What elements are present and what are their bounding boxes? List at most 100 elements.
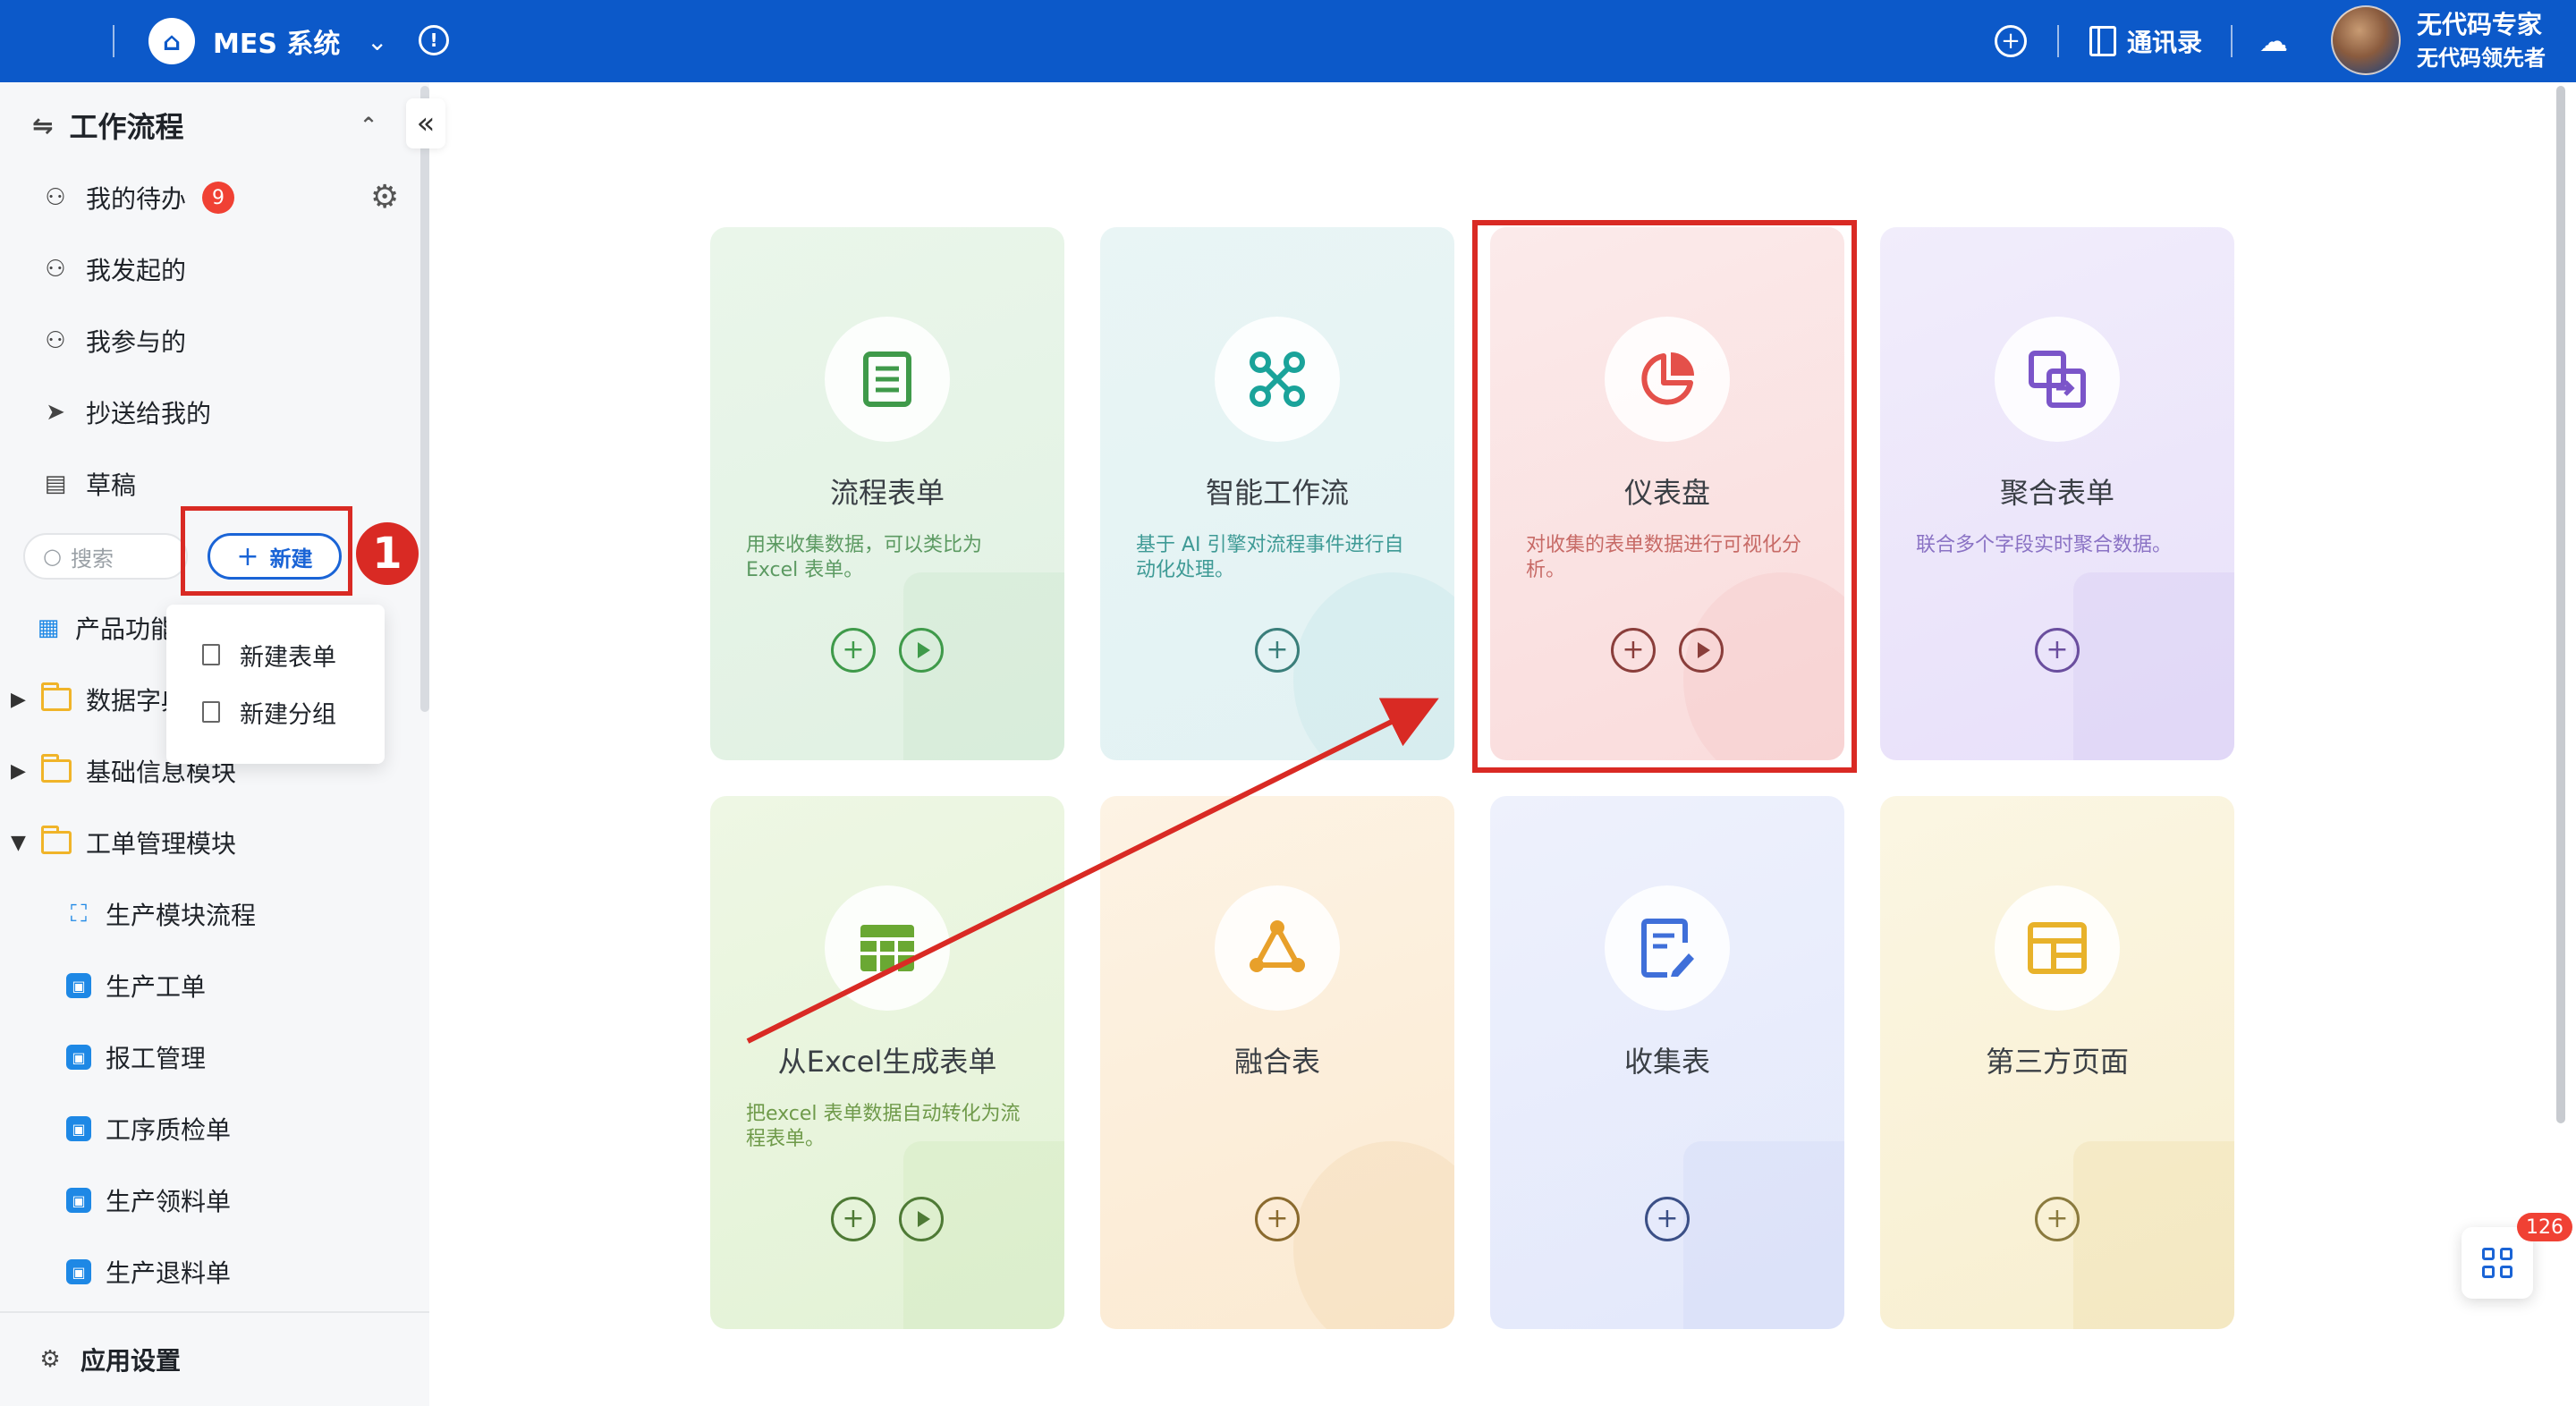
tree-item-label: 生产领料单 xyxy=(106,1187,232,1216)
search-icon: ○ xyxy=(43,544,62,569)
contacts-icon xyxy=(2089,26,2116,56)
chevron-up-icon[interactable]: ⌃ xyxy=(360,113,377,138)
card-smart-workflow[interactable]: 智能工作流 基于 AI 引擎对流程事件进行自动化处理。 + xyxy=(1100,227,1454,760)
plus-icon[interactable]: + xyxy=(1995,25,2027,57)
add-button[interactable]: + xyxy=(1645,1197,1690,1241)
add-button[interactable]: + xyxy=(2035,1197,2080,1241)
tree-item-dictionary[interactable]: ▶ 数据字典 xyxy=(11,674,186,724)
card-description: 基于 AI 引擎对流程事件进行自动化处理。 xyxy=(1136,534,1404,581)
card-third-party-page[interactable]: 第三方页面 + xyxy=(1880,796,2234,1329)
sidebar-scrollbar[interactable] xyxy=(420,86,429,712)
tree-item-label: 产品功能 xyxy=(75,614,176,644)
new-dropdown-menu: 新建表单 新建分组 xyxy=(166,605,385,764)
org-chart-icon: ⛶ xyxy=(70,900,88,927)
card-title: 聚合表单 xyxy=(1999,476,2114,510)
menu-item-label: 新建分组 xyxy=(240,700,336,729)
chevron-down-icon[interactable]: ⌄ xyxy=(367,20,387,63)
sidebar-item-drafts[interactable]: ▤ 草稿 xyxy=(41,459,136,509)
card-collect-table[interactable]: 收集表 + xyxy=(1490,796,1844,1329)
module-icon: ▣ xyxy=(66,1116,91,1141)
menu-item-new-group[interactable]: 新建分组 xyxy=(202,689,336,735)
cloud-icon[interactable]: ☁ xyxy=(2259,24,2288,58)
search-input[interactable]: ○ 搜索 xyxy=(23,533,188,580)
notification-badge: 126 xyxy=(2517,1213,2572,1241)
tree-item-material-issue[interactable]: ▣ 生产领料单 xyxy=(66,1175,231,1225)
workflow-icon xyxy=(1215,317,1340,442)
tree-item-production-order[interactable]: ▣ 生产工单 xyxy=(66,961,206,1011)
card-title: 从Excel生成表单 xyxy=(777,1045,997,1079)
gear-icon: ⚙ xyxy=(39,1346,61,1373)
gear-icon[interactable]: ⚙ xyxy=(370,179,399,216)
play-button[interactable] xyxy=(899,1197,944,1241)
sidebar-item-label: 我参与的 xyxy=(86,327,187,357)
sidebar-item-initiated[interactable]: ⚇ 我发起的 xyxy=(41,244,186,294)
card-title: 融合表 xyxy=(1233,1045,1320,1079)
sidebar-item-todo[interactable]: ⚇ 我的待办 9 xyxy=(41,173,235,223)
menu-item-new-form[interactable]: 新建表单 xyxy=(202,631,336,678)
tree-item-product[interactable]: ▦ 产品功能 xyxy=(36,603,175,653)
add-button[interactable]: + xyxy=(831,628,876,673)
sidebar-item-label: 草稿 xyxy=(86,470,137,500)
home-icon[interactable]: ⌂ xyxy=(148,18,195,64)
add-button[interactable]: + xyxy=(2035,628,2080,673)
sidebar-item-cc[interactable]: ➤ 抄送给我的 xyxy=(41,387,211,437)
user-plus-icon: ⚇ xyxy=(45,327,66,354)
page-scrollbar[interactable] xyxy=(2556,86,2565,1123)
card-title: 智能工作流 xyxy=(1205,476,1349,510)
card-aggregate-form[interactable]: 聚合表单 联合多个字段实时聚合数据。 + xyxy=(1880,227,2234,760)
collapse-sidebar-icon[interactable]: « xyxy=(406,98,445,148)
caret-right-icon[interactable]: ▶ xyxy=(11,760,27,783)
tree-item-label: 报工管理 xyxy=(106,1044,207,1073)
apps-icon: ▦ xyxy=(37,614,60,641)
section-header-workflow[interactable]: ⇋ 工作流程 ⌃ xyxy=(32,104,377,147)
card-title: 收集表 xyxy=(1623,1045,1710,1079)
tree-item-quality-check[interactable]: ▣ 工序质检单 xyxy=(66,1104,231,1154)
app-settings-button[interactable]: ⚙ 应用设置 xyxy=(36,1334,181,1385)
todo-icon: ⚇ xyxy=(45,184,66,211)
caret-down-icon[interactable]: ▼ xyxy=(11,832,27,854)
add-button[interactable]: + xyxy=(1255,1197,1300,1241)
avatar[interactable] xyxy=(2331,5,2401,75)
tree-item-production-flow[interactable]: ⛶ 生产模块流程 xyxy=(66,889,256,939)
folder-icon xyxy=(41,754,72,783)
app-title[interactable]: MES 系统 xyxy=(213,20,340,63)
card-process-form[interactable]: 流程表单 用来收集数据，可以类比为Excel 表单。 + xyxy=(710,227,1064,760)
tree-item-work-order[interactable]: ▼ 工单管理模块 xyxy=(11,817,236,868)
module-icon: ▣ xyxy=(66,973,91,998)
page-icon xyxy=(1995,885,2120,1011)
aggregate-icon xyxy=(1995,317,2120,442)
info-icon[interactable]: ! xyxy=(419,25,449,55)
tree-item-label: 工序质检单 xyxy=(106,1115,232,1145)
sidebar-footer: ⚙ 应用设置 xyxy=(0,1311,429,1406)
play-button[interactable] xyxy=(899,628,944,673)
card-title: 第三方页面 xyxy=(1985,1045,2129,1079)
sidebar-item-label: 我的待办 xyxy=(86,184,187,214)
user-subtitle: 无代码领先者 xyxy=(2417,45,2546,71)
card-title: 流程表单 xyxy=(829,476,945,510)
sidebar-item-participated[interactable]: ⚇ 我参与的 xyxy=(41,316,186,366)
card-excel-form[interactable]: 从Excel生成表单 把excel 表单数据自动转化为流程表单。 + xyxy=(710,796,1064,1329)
user-name[interactable]: 无代码专家 xyxy=(2417,5,2542,41)
add-button[interactable]: + xyxy=(831,1197,876,1241)
search-placeholder: 搜索 xyxy=(70,546,114,572)
contacts-button[interactable]: 通讯录 xyxy=(2089,21,2202,61)
caret-right-icon[interactable]: ▶ xyxy=(11,689,27,711)
tree-item-material-return[interactable]: ▣ 生产退料单 xyxy=(66,1247,231,1297)
divider xyxy=(113,25,114,57)
merge-icon xyxy=(1215,885,1340,1011)
highlight-box-dashboard xyxy=(1472,220,1857,773)
apps-grid-icon[interactable] xyxy=(36,21,75,61)
tree-item-label: 生产工单 xyxy=(106,972,207,1002)
group-icon xyxy=(202,701,220,723)
workflow-icon: ⇋ xyxy=(32,110,54,140)
step-marker: 1 xyxy=(356,522,419,585)
tree-item-report-work[interactable]: ▣ 报工管理 xyxy=(66,1032,206,1082)
contacts-label: 通讯录 xyxy=(2127,28,2203,57)
tree-item-label: 生产退料单 xyxy=(106,1258,232,1288)
tree-item-label: 工单管理模块 xyxy=(86,829,237,859)
add-button[interactable]: + xyxy=(1255,628,1300,673)
card-merge-table[interactable]: 融合表 + xyxy=(1100,796,1454,1329)
highlight-box-new-button xyxy=(181,506,352,596)
divider xyxy=(2231,25,2233,57)
form-icon xyxy=(202,644,220,665)
